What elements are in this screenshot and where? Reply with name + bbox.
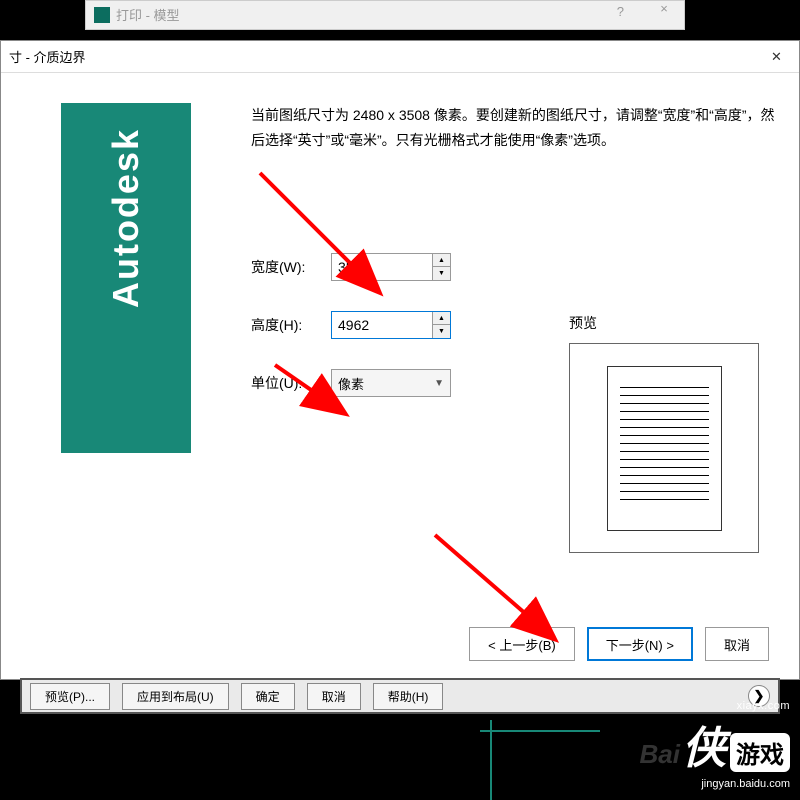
back-button[interactable]: < 上一步(B)	[469, 627, 575, 661]
media-bounds-dialog: 寸 - 介质边界 ✕ Autodesk 当前图纸尺寸为 2480 x 3508 …	[0, 40, 800, 680]
width-row: 宽度(W): ▲ ▼	[251, 253, 779, 281]
close-icon: ✕	[771, 49, 782, 65]
bt-preview-button: 预览(P)...	[30, 683, 110, 710]
cancel-button[interactable]: 取消	[705, 627, 769, 661]
preview-page-icon	[607, 366, 722, 531]
bt-ok-button: 确定	[241, 683, 295, 710]
bg-window-title: 打印 - 模型	[116, 5, 180, 24]
bg-close: ×	[644, 1, 684, 29]
width-spinner[interactable]: ▲ ▼	[331, 253, 451, 281]
watermark-url: xiayx.com	[640, 700, 790, 712]
bt-help-button: 帮助(H)	[373, 683, 444, 710]
app-icon	[94, 7, 110, 23]
decorative-line-h	[480, 730, 600, 732]
watermark-bai: Bai	[640, 739, 680, 770]
width-down-button[interactable]: ▼	[433, 267, 450, 280]
preview-box	[569, 343, 759, 553]
watermark-sub: jingyan.baidu.com	[640, 778, 790, 790]
width-input[interactable]	[332, 254, 432, 280]
dialog-close-button[interactable]: ✕	[754, 41, 799, 73]
decorative-line-v	[490, 720, 492, 800]
height-input[interactable]	[332, 312, 432, 338]
autodesk-logo-panel: Autodesk	[61, 103, 191, 453]
height-up-button[interactable]: ▲	[433, 312, 450, 325]
watermark: xiayx.com Bai 侠 游戏 jingyan.baidu.com	[640, 705, 790, 790]
preview-label: 预览	[569, 313, 759, 333]
bt-apply-button: 应用到布局(U)	[122, 683, 229, 710]
width-label: 宽度(W):	[251, 257, 331, 277]
watermark-main: 侠	[682, 712, 726, 776]
unit-label: 单位(U):	[251, 373, 331, 393]
height-down-button[interactable]: ▼	[433, 325, 450, 338]
description-text: 当前图纸尺寸为 2480 x 3508 像素。要创建新的图纸尺寸，请调整“宽度”…	[251, 103, 779, 153]
dialog-titlebar: 寸 - 介质边界 ✕	[1, 41, 799, 73]
dialog-title: 寸 - 介质边界	[9, 47, 86, 66]
dialog-button-bar: < 上一步(B) 下一步(N) > 取消	[469, 627, 769, 661]
unit-value: 像素	[338, 374, 364, 393]
height-label: 高度(H):	[251, 315, 331, 335]
chevron-down-icon: ▼	[434, 378, 444, 389]
bt-cancel-button: 取消	[307, 683, 361, 710]
autodesk-logo-text: Autodesk	[105, 128, 147, 308]
bg-help: ?	[617, 4, 624, 19]
height-spinner[interactable]: ▲ ▼	[331, 311, 451, 339]
watermark-badge: 游戏	[730, 733, 790, 772]
preview-section: 预览	[569, 313, 759, 553]
unit-select[interactable]: 像素 ▼	[331, 369, 451, 397]
next-button[interactable]: 下一步(N) >	[587, 627, 693, 661]
width-up-button[interactable]: ▲	[433, 254, 450, 267]
background-window-titlebar: 打印 - 模型 ? ×	[85, 0, 685, 30]
